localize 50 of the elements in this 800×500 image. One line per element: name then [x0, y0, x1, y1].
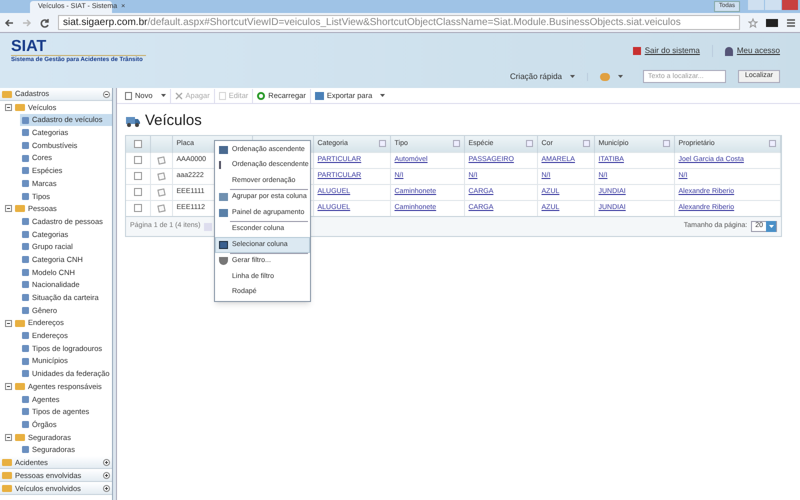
palette-icon: [600, 72, 610, 80]
folder-icon: [15, 320, 25, 327]
exit-icon: [632, 47, 641, 55]
checkbox[interactable]: [134, 140, 142, 148]
caret-icon[interactable]: [380, 94, 386, 97]
caret-icon: [618, 75, 623, 78]
account-link[interactable]: Meu acesso: [712, 45, 780, 57]
logo-text: SIAT: [11, 39, 146, 56]
truck-icon: [125, 114, 141, 128]
folder-icon: [15, 205, 25, 212]
expand-icon[interactable]: [103, 458, 110, 466]
collapse-icon[interactable]: [5, 434, 12, 441]
expand-icon[interactable]: [103, 484, 110, 492]
filter-icon[interactable]: [769, 140, 776, 148]
reload-icon: [257, 92, 266, 100]
address-bar[interactable]: siat.sigaerp.com.br/default.aspx#ShortcutViewID=veiculos_ListView&ShortcutObjectClassName=Siat.Module.BusinessObjects.siat.veiculos: [58, 15, 740, 30]
checkbox[interactable]: [134, 188, 142, 196]
checkbox[interactable]: [134, 156, 142, 164]
collapse-icon[interactable]: [5, 104, 12, 111]
export-icon: [314, 92, 324, 100]
star-icon[interactable]: [748, 18, 758, 28]
filter-icon[interactable]: [526, 140, 532, 148]
person-icon: [724, 46, 733, 56]
caret-icon[interactable]: [160, 94, 166, 97]
caret-icon: [766, 221, 776, 232]
x-icon: [174, 92, 183, 100]
expand-icon[interactable]: [103, 472, 110, 479]
collapse-icon[interactable]: [103, 90, 110, 98]
checkbox[interactable]: [134, 204, 142, 212]
filter-icon[interactable]: [662, 140, 670, 148]
palette-dropdown[interactable]: [587, 72, 623, 80]
window-controls-icon[interactable]: [748, 0, 798, 10]
page-title: Veículos: [145, 110, 202, 131]
filter-icon[interactable]: [582, 140, 590, 148]
reload-icon[interactable]: [40, 18, 50, 28]
quick-create-dropdown[interactable]: Criação rápida: [510, 70, 575, 82]
folder-icon: [15, 434, 25, 441]
extension-icon[interactable]: [766, 18, 778, 26]
forward-icon[interactable]: [22, 18, 32, 28]
collapse-icon[interactable]: [5, 382, 12, 390]
filter-icon[interactable]: [378, 140, 386, 148]
collapse-icon[interactable]: [5, 205, 12, 212]
checkbox[interactable]: [134, 172, 142, 180]
collapse-icon[interactable]: [5, 320, 12, 327]
back-icon[interactable]: [4, 18, 14, 28]
filter-icon[interactable]: [452, 140, 460, 148]
caret-icon: [570, 75, 575, 78]
menu-icon[interactable]: [786, 18, 796, 28]
folder-icon: [15, 382, 25, 390]
logout-link[interactable]: Sair do sistema: [632, 45, 700, 57]
